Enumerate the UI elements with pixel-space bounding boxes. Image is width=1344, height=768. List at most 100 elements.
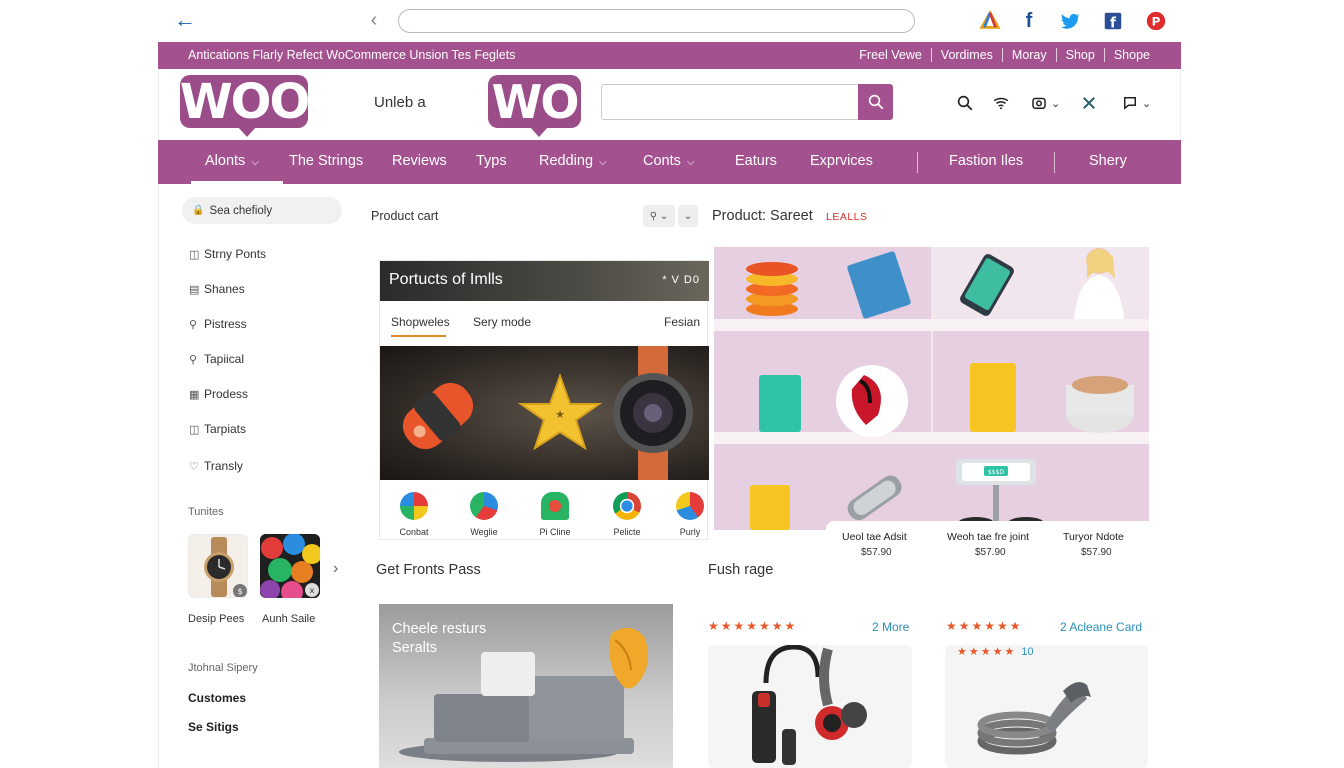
sidebar-item[interactable]: ◫ Strny Ponts <box>189 247 266 261</box>
top-link[interactable]: Shop <box>1055 48 1104 62</box>
browser-chrome: ← ‹ f f P <box>0 0 1344 42</box>
heart-icon: ♡ <box>189 460 199 473</box>
camera-icon[interactable]: ⌄ <box>1030 93 1060 113</box>
icon-label: Pi Cline <box>539 527 571 537</box>
icon-label: Weglie <box>470 527 498 537</box>
top-promo-strip: Antications Flarly Refect WoCommerce Uns… <box>158 42 1181 69</box>
facebook-icon[interactable]: f <box>1017 9 1041 33</box>
dropdown-control[interactable]: ⌄ <box>678 205 698 227</box>
address-bar[interactable] <box>398 9 915 33</box>
gadgets-image: ★ <box>402 346 693 480</box>
tab-sery-mode[interactable]: Sery mode <box>473 315 531 329</box>
svg-text:P: P <box>1152 15 1161 29</box>
document-icon: ◫ <box>189 248 200 261</box>
sidebar-search[interactable]: 🔒 Sea chefioly <box>182 197 342 224</box>
podium-image <box>399 627 648 762</box>
pinterest-icon[interactable]: P <box>1144 9 1168 33</box>
sidebar-item[interactable]: ⚲ Tapiical <box>189 352 244 366</box>
product-name[interactable]: Weoh tae fre joint <box>947 531 1029 543</box>
woo-logo-secondary: WO <box>488 75 581 137</box>
product-name[interactable]: Turyor Ndote <box>1063 531 1124 543</box>
icon-label: Pelicte <box>613 527 641 537</box>
nav-item-shery[interactable]: Shery <box>1089 153 1127 169</box>
back-arrow-icon[interactable]: ← <box>172 8 198 32</box>
top-link[interactable]: Moray <box>1001 48 1056 62</box>
sidebar-item[interactable]: ⚲ Pistress <box>189 317 247 331</box>
product-card: Portucts of Imlls * V D0 Shopweles Sery … <box>379 260 709 540</box>
sidebar-item[interactable]: ♡ Transly <box>189 459 243 473</box>
card-controls[interactable]: * V D0 <box>662 274 700 286</box>
product-shelf: $$$D <box>714 247 1149 530</box>
nav-item-conts[interactable]: Conts ⌵ <box>643 153 694 169</box>
app-icon[interactable] <box>541 492 569 520</box>
product-price: $57.90 <box>1081 547 1112 558</box>
rating-count: 10 <box>1021 646 1034 658</box>
main-nav: Alonts ⌵ The Strings Reviews Typs Redding… <box>158 140 1181 184</box>
card-tabs: Shopweles Sery mode Fesian <box>380 301 709 345</box>
promo-card[interactable]: Cheele resturs Seralts <box>379 604 673 768</box>
nav-divider <box>917 152 918 173</box>
top-link[interactable]: Freel Vewe <box>850 48 931 62</box>
search-input[interactable] <box>601 84 859 120</box>
nav-item-redding[interactable]: Redding ⌵ <box>539 153 607 169</box>
product-card-headphones[interactable] <box>708 645 912 768</box>
more-link[interactable]: 2 More <box>872 620 909 634</box>
headphones-image <box>752 645 867 765</box>
chevron-right-icon[interactable]: › <box>333 560 338 578</box>
section-title: Get Fronts Pass <box>376 562 481 578</box>
sidebar-item[interactable]: ▤ Shanes <box>189 282 245 296</box>
card-header: Portucts of Imlls * V D0 <box>380 261 709 301</box>
sidebar-item[interactable]: ◫ Tarpiats <box>189 422 246 436</box>
rating-stars: ★★★★★★ <box>946 619 1023 633</box>
product-card-cable[interactable]: ★★★★★ 10 <box>945 645 1148 768</box>
top-link[interactable]: Vordimes <box>930 48 1002 62</box>
wifi-icon[interactable] <box>992 93 1010 113</box>
customers-link[interactable]: Customes <box>188 691 246 705</box>
calendar-icon: ▦ <box>189 388 200 401</box>
chat-icon[interactable]: ⌄ <box>1121 93 1151 113</box>
settings-link[interactable]: Se Sitigs <box>188 720 239 734</box>
search-filter-control[interactable]: ⚲ ⌄ <box>643 205 675 227</box>
chevron-left-icon[interactable]: ‹ <box>364 9 384 31</box>
promo-text: Antications Flarly Refect WoCommerce Uns… <box>188 48 516 62</box>
bottom-heading: Jtohnal Sipery <box>188 662 258 674</box>
app-icon[interactable] <box>676 492 704 520</box>
app-icon[interactable] <box>470 492 498 520</box>
search-button[interactable] <box>858 84 893 120</box>
svg-text:★: ★ <box>555 408 565 421</box>
nav-item-fastion-iles[interactable]: Fastion Iles <box>949 153 1023 169</box>
thumb-watch[interactable]: $ <box>188 534 248 598</box>
add-card-link[interactable]: 2 Acleane Card <box>1060 620 1142 634</box>
sidebar-search-label: Sea chefioly <box>209 204 273 217</box>
nav-item-exprvices[interactable]: Exprvices <box>810 153 873 169</box>
google-drive-icon[interactable] <box>978 9 1002 33</box>
shelf-product-labels: Ueol tae Adsit $57.90 Weoh tae fre joint… <box>826 521 1149 563</box>
sidebar-item[interactable]: ▦ Prodess <box>189 387 248 401</box>
folder-icon: ◫ <box>189 423 200 436</box>
nav-item-the-strings[interactable]: The Strings <box>289 153 363 169</box>
thumb-balls[interactable]: x <box>260 534 320 598</box>
nav-item-eaturs[interactable]: Eaturs <box>735 153 777 169</box>
watch-image: $ <box>204 537 247 597</box>
chrome-icon[interactable] <box>613 492 641 520</box>
nav-item-reviews[interactable]: Reviews <box>392 153 447 169</box>
tab-fesian[interactable]: Fesian <box>664 315 700 329</box>
right-section-badge: LEALLS <box>826 211 868 223</box>
tab-shopweles[interactable]: Shopweles <box>391 315 450 329</box>
top-link[interactable]: Shope <box>1103 48 1159 62</box>
cable-image <box>977 682 1091 755</box>
nav-item-typs[interactable]: Typs <box>476 153 507 169</box>
twitter-icon[interactable] <box>1058 9 1082 33</box>
product-name[interactable]: Ueol tae Adsit <box>842 531 907 543</box>
facebook-square-icon[interactable]: f <box>1101 9 1125 33</box>
woo-logo[interactable]: WOO <box>180 74 310 137</box>
shuffle-icon[interactable] <box>1080 93 1098 113</box>
nav-divider <box>1054 152 1055 173</box>
nav-item-alonts[interactable]: Alonts ⌵ <box>205 153 259 169</box>
search-icon[interactable] <box>956 93 974 113</box>
thumbs-heading: Tunites <box>188 506 224 518</box>
chevron-down-icon: ⌄ <box>683 210 693 222</box>
app-icon[interactable] <box>400 492 428 520</box>
left-sidebar: 🔒 Sea chefioly ◫ Strny Ponts ▤ Shanes ⚲ Pis… <box>158 184 358 768</box>
icon-label: Conbat <box>399 527 429 537</box>
